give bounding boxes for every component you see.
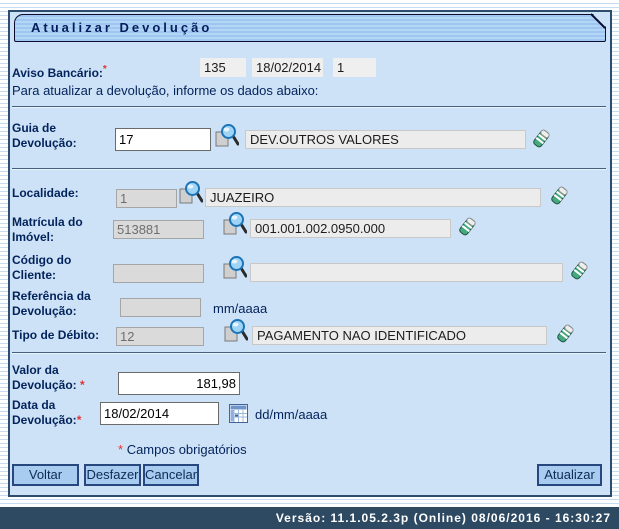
valor-devolucao-label-text: Valor da Devolução: <box>12 363 77 392</box>
required-asterisk: * <box>77 413 82 427</box>
instructions-text: Para atualizar a devolução, informe os d… <box>12 83 318 98</box>
matricula-imovel-input <box>113 220 204 239</box>
separator-line <box>12 106 606 108</box>
localidade-label: Localidade: <box>12 186 115 201</box>
desfazer-button[interactable]: Desfazer <box>84 464 141 486</box>
tipo-debito-input <box>116 327 204 346</box>
localidade-description: JUAZEIRO <box>205 188 541 207</box>
referencia-format-hint: mm/aaaa <box>213 301 267 316</box>
valor-devolucao-input[interactable] <box>118 372 240 395</box>
required-asterisk: * <box>118 442 123 457</box>
matricula-imovel-label: Matrícula do Imóvel: <box>12 215 115 245</box>
tipo-debito-label: Tipo de Débito: <box>12 328 122 343</box>
atualizar-button[interactable]: Atualizar <box>537 464 602 486</box>
referencia-devolucao-label: Referência da Devolução: <box>12 289 115 319</box>
separator-line <box>12 168 606 170</box>
data-calendar-icon[interactable] <box>229 404 248 428</box>
matricula-eraser-icon[interactable] <box>455 215 479 244</box>
app-screen: Atualizar Devolução Aviso Bancário:* 135… <box>0 0 619 529</box>
localidade-eraser-icon[interactable] <box>547 184 571 213</box>
localidade-input <box>116 189 177 208</box>
aviso-bancario-label-text: Aviso Bancário: <box>12 66 103 80</box>
required-fields-note-text: Campos obrigatórios <box>127 442 247 457</box>
tipo-debito-search-icon[interactable] <box>224 318 248 349</box>
required-fields-note: * Campos obrigatórios <box>118 442 247 457</box>
required-asterisk: * <box>103 64 107 75</box>
cancelar-button[interactable]: Cancelar <box>143 464 199 486</box>
guia-devolucao-input[interactable] <box>115 128 211 151</box>
tipo-debito-description: PAGAMENTO NAO IDENTIFICADO <box>252 326 547 345</box>
guia-devolucao-label: Guia de Devolução: <box>12 121 115 151</box>
tipo-debito-eraser-icon[interactable] <box>553 322 577 351</box>
required-asterisk: * <box>80 378 85 392</box>
voltar-button[interactable]: Voltar <box>12 464 79 486</box>
matricula-imovel-description: 001.001.002.0950.000 <box>250 219 451 238</box>
form-panel: Atualizar Devolução Aviso Bancário:* 135… <box>8 10 612 497</box>
valor-devolucao-label: Valor da Devolução: * <box>12 363 122 393</box>
guia-eraser-icon[interactable] <box>529 127 553 156</box>
aviso-sequence-value: 1 <box>333 58 376 77</box>
guia-search-icon[interactable] <box>215 123 239 154</box>
data-devolucao-input[interactable] <box>100 402 219 425</box>
aviso-bancario-label: Aviso Bancário:* <box>12 62 192 81</box>
version-footer-bar: Versão: 11.1.05.2.3p (Online) 08/06/2016… <box>0 507 619 529</box>
data-format-hint: dd/mm/aaaa <box>255 407 327 422</box>
aviso-number-value: 135 <box>200 58 246 77</box>
codigo-cliente-search-icon[interactable] <box>223 255 247 286</box>
page-title-bar: Atualizar Devolução <box>14 14 606 42</box>
referencia-devolucao-input <box>120 298 201 317</box>
aviso-date-value: 18/02/2014 <box>252 58 323 77</box>
page-title: Atualizar Devolução <box>15 20 212 35</box>
codigo-cliente-input <box>113 264 204 283</box>
guia-devolucao-description: DEV.OUTROS VALORES <box>245 130 526 149</box>
matricula-search-icon[interactable] <box>223 211 247 242</box>
codigo-cliente-label: Código do Cliente: <box>12 253 115 283</box>
localidade-search-icon[interactable] <box>179 180 203 211</box>
codigo-cliente-eraser-icon[interactable] <box>567 259 591 288</box>
version-text: Versão: 11.1.05.2.3p (Online) 08/06/2016… <box>276 511 611 525</box>
separator-line <box>12 352 606 354</box>
data-devolucao-label-text: Data da Devolução: <box>12 398 77 427</box>
codigo-cliente-description <box>250 263 563 282</box>
